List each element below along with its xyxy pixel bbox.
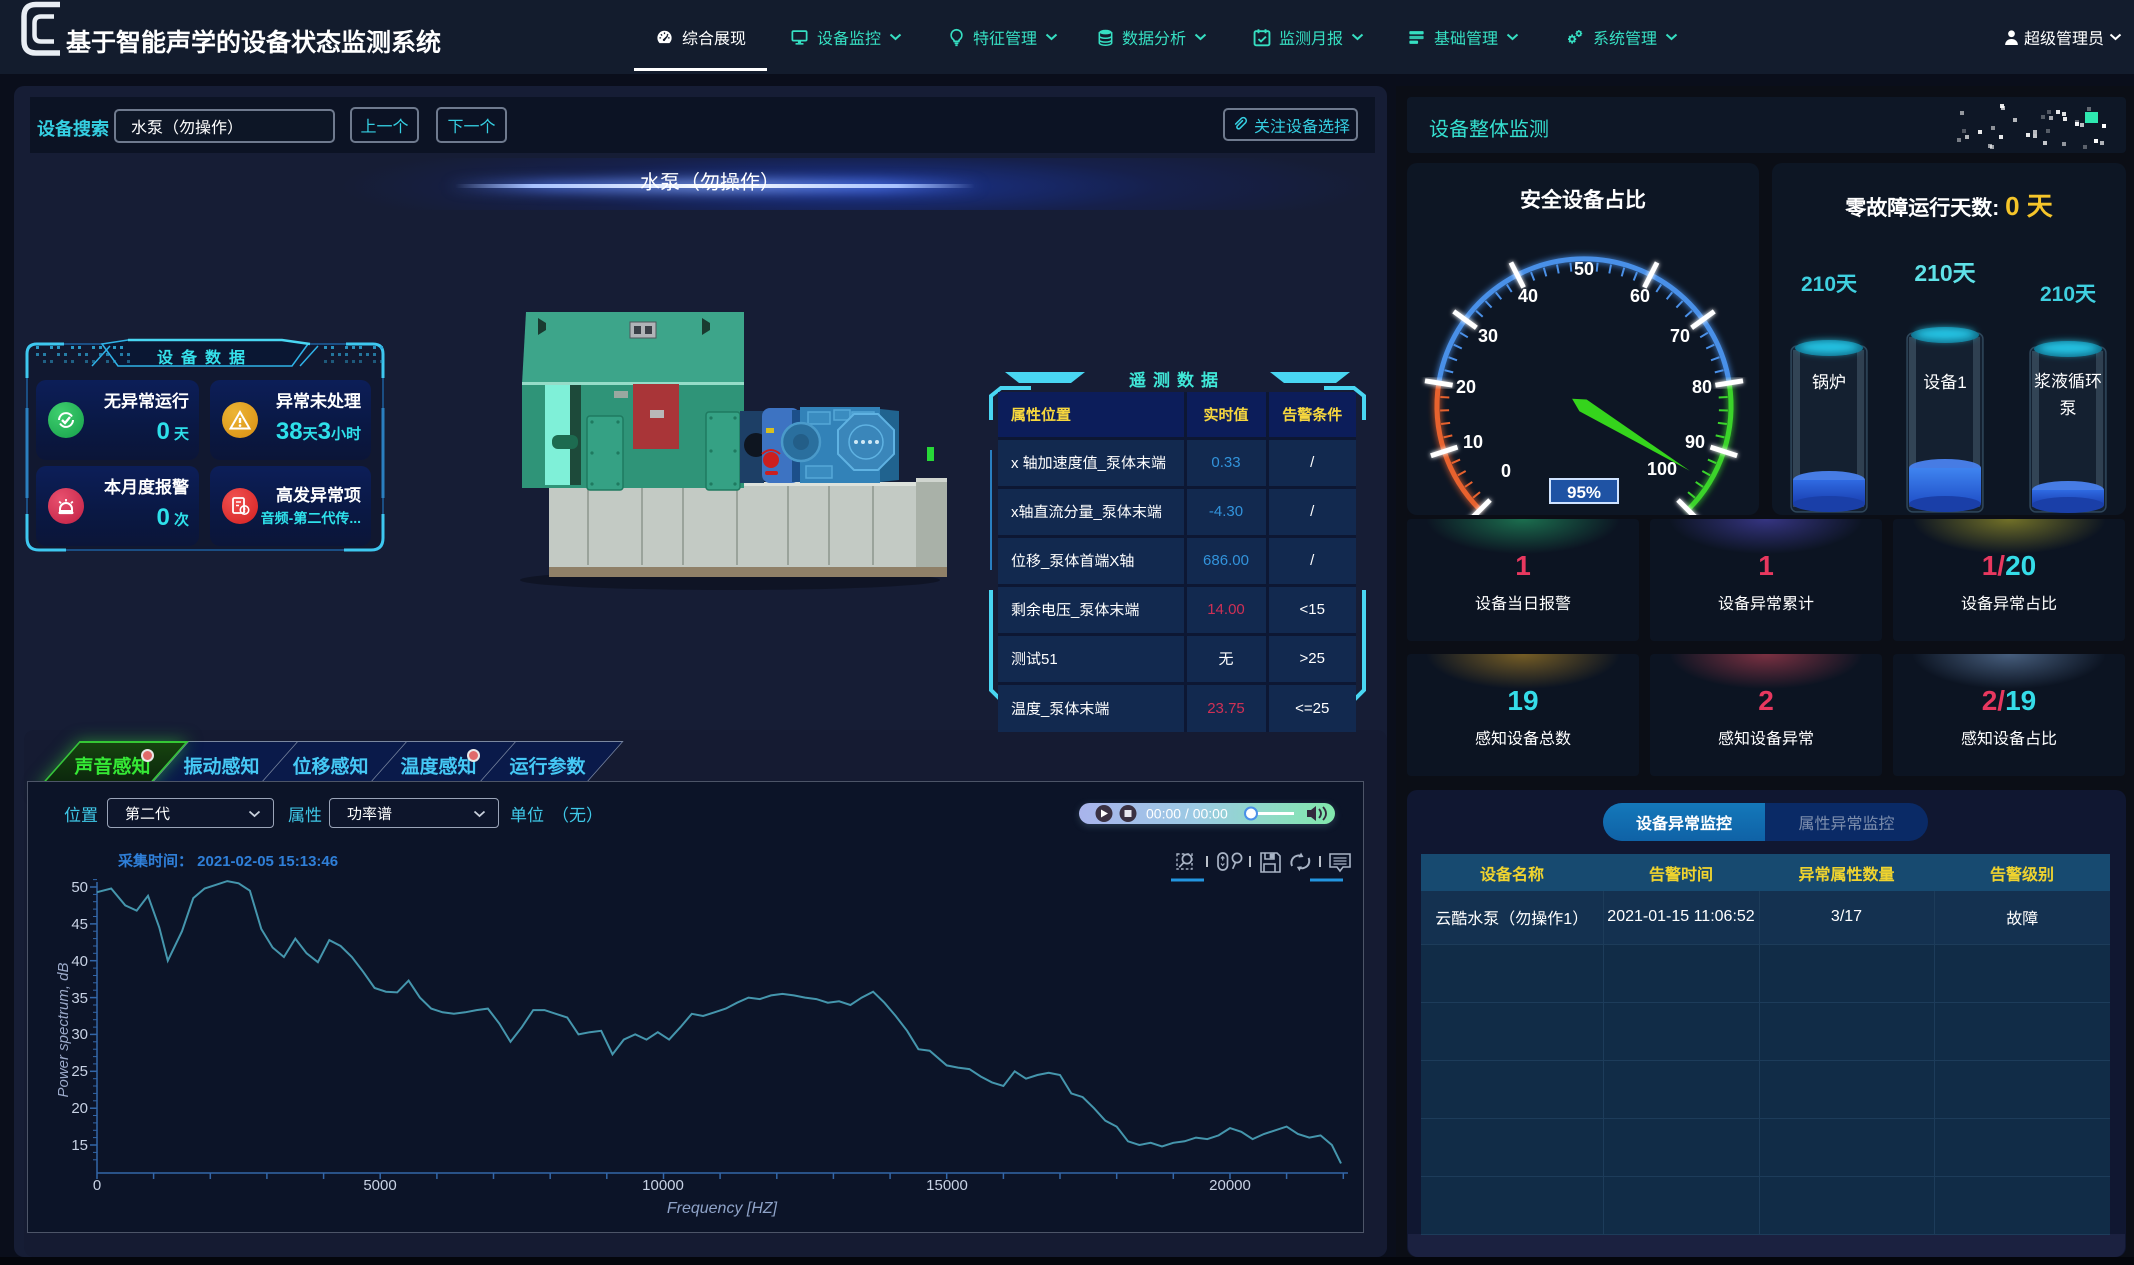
svg-text:45: 45 (71, 916, 88, 933)
svg-text:5000: 5000 (363, 1177, 396, 1194)
svg-text:50: 50 (1574, 259, 1594, 279)
svg-text:30: 30 (1478, 326, 1498, 346)
svg-text:0: 0 (1501, 461, 1511, 481)
svg-text:80: 80 (1692, 377, 1712, 397)
svg-text:25: 25 (71, 1063, 88, 1080)
svg-text:设备数据: 设备数据 (157, 349, 253, 367)
svg-text:70: 70 (1670, 326, 1690, 346)
svg-text:Frequency [HZ]: Frequency [HZ] (667, 1200, 778, 1217)
svg-text:10: 10 (1463, 432, 1483, 452)
svg-text:90: 90 (1685, 432, 1705, 452)
svg-text:0: 0 (93, 1177, 101, 1194)
svg-text:30: 30 (71, 1026, 88, 1043)
svg-text:50: 50 (71, 879, 88, 896)
svg-text:100: 100 (1647, 459, 1677, 479)
svg-text:Power spectrum, dB: Power spectrum, dB (55, 962, 72, 1097)
svg-text:60: 60 (1630, 286, 1650, 306)
svg-text:15000: 15000 (926, 1177, 968, 1194)
svg-text:15: 15 (71, 1137, 88, 1154)
svg-text:采集时间： 2021-02-05 15:13:46: 采集时间： 2021-02-05 15:13:46 (117, 853, 338, 870)
svg-text:40: 40 (71, 953, 88, 970)
svg-text:20: 20 (1456, 377, 1476, 397)
svg-text:20: 20 (71, 1100, 88, 1117)
svg-text:95%: 95% (1567, 483, 1601, 502)
svg-text:20000: 20000 (1209, 1177, 1251, 1194)
svg-text:35: 35 (71, 990, 88, 1007)
svg-text:10000: 10000 (642, 1177, 684, 1194)
svg-text:40: 40 (1518, 286, 1538, 306)
